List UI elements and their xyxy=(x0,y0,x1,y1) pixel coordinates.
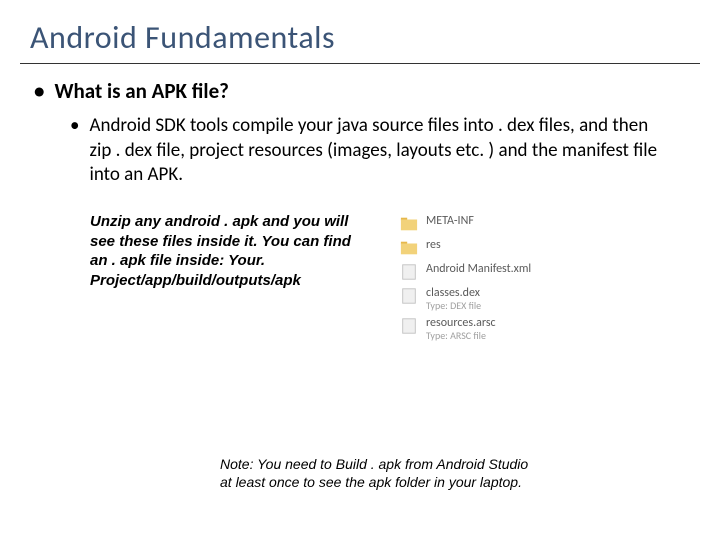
unzip-tip: Unzip any android . apk and you will see… xyxy=(90,212,370,344)
file-name: res xyxy=(426,239,441,252)
list-item: META-INF xyxy=(400,212,580,236)
bullet-dot: • xyxy=(70,114,79,188)
file-name: Android Manifest.xml xyxy=(426,263,531,276)
mid-content-row: Unzip any android . apk and you will see… xyxy=(0,212,720,344)
file-type: Type: ARSC file xyxy=(426,330,496,341)
bullet-2-text: Android SDK tools compile your java sour… xyxy=(89,114,670,188)
list-item: classes.dex Type: DEX file xyxy=(400,284,580,314)
slide-title: Android Fundamentals xyxy=(0,0,720,63)
bullet-1-text: What is an APK file? xyxy=(54,78,228,104)
file-icon xyxy=(400,287,418,305)
list-item: Android Manifest.xml xyxy=(400,260,580,284)
folder-icon xyxy=(400,239,418,257)
bullet-level-1: • What is an APK file? xyxy=(0,74,720,110)
file-icon xyxy=(400,317,418,335)
file-type: Type: DEX file xyxy=(426,300,481,311)
build-note: Note: You need to Build . apk from Andro… xyxy=(220,455,530,491)
list-item: resources.arsc Type: ARSC file xyxy=(400,314,580,344)
file-icon xyxy=(400,263,418,281)
bullet-dot: • xyxy=(34,78,44,104)
bullet-level-2: • Android SDK tools compile your java so… xyxy=(0,110,720,194)
file-name: META-INF xyxy=(426,215,474,228)
title-divider xyxy=(20,63,700,64)
folder-icon xyxy=(400,215,418,233)
list-item: res xyxy=(400,236,580,260)
apk-file-listing: META-INF res Android Manifest.xml c xyxy=(400,212,580,344)
